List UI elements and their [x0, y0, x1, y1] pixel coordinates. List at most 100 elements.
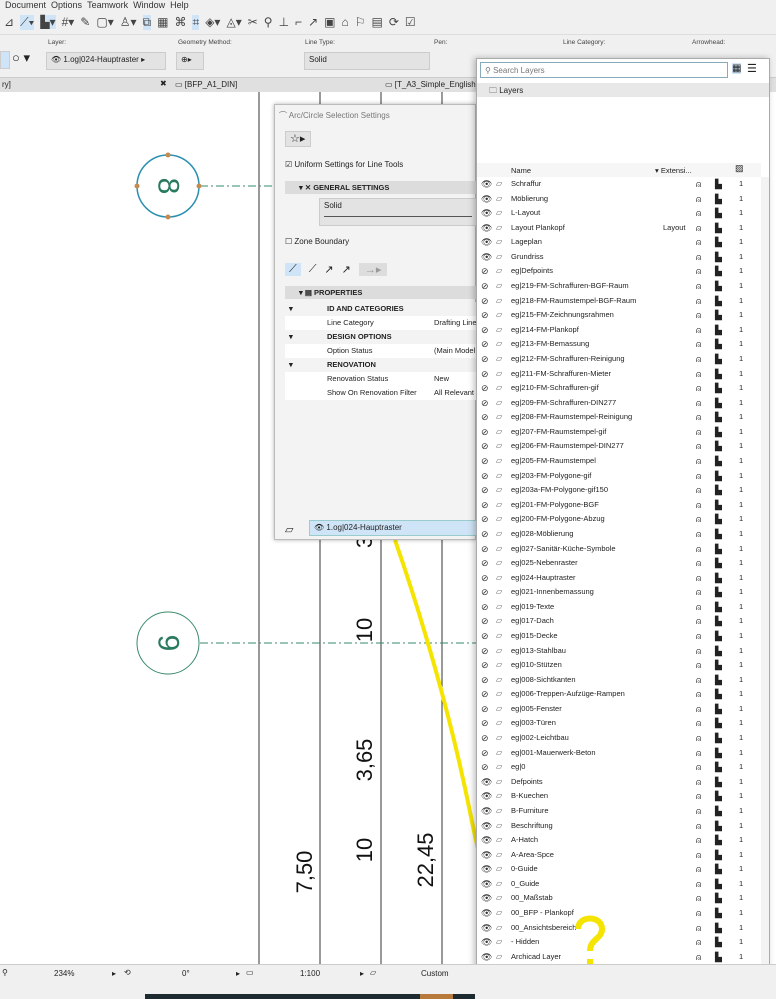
wireframe-icon[interactable]: ▙	[715, 687, 722, 702]
layer-row[interactable]: 👁︎ ▱ Layout Plankopf Layout ⍝ ▙ 1	[477, 221, 761, 236]
layer-combination-icon[interactable]: ▱	[370, 968, 376, 977]
property-row[interactable]: Option Status (Main Model	[285, 344, 477, 358]
layer-row[interactable]: ⊘ ▱ eg|017-Dach ⍝ ▙ 1	[477, 614, 761, 629]
lock-icon[interactable]: ⍝	[696, 425, 701, 440]
eye-hidden-icon[interactable]: ⊘	[481, 527, 491, 542]
folder-view-icon[interactable]: ▦	[732, 63, 742, 74]
lock-icon[interactable]: ⍝	[696, 367, 701, 382]
lock-icon[interactable]: ⍝	[696, 512, 701, 527]
eye-hidden-icon[interactable]: ⊘	[481, 308, 491, 323]
layer-row[interactable]: 👁︎ ▱ Lageplan ⍝ ▙ 1	[477, 235, 761, 250]
layer-row[interactable]: 👁︎ ▱ Möblierung ⍝ ▙ 1	[477, 192, 761, 207]
lock-icon[interactable]: ⍝	[696, 439, 701, 454]
lock-icon[interactable]: ⍝	[696, 804, 701, 819]
menu-item[interactable]: Options	[51, 0, 82, 10]
lock-icon[interactable]: ⍝	[696, 250, 701, 265]
wireframe-icon[interactable]: ▙	[715, 921, 722, 936]
layer-row[interactable]: ⊘ ▱ eg|015-Decke ⍝ ▙ 1	[477, 629, 761, 644]
geometry-toggle[interactable]	[0, 51, 10, 69]
wireframe-icon[interactable]: ▙	[715, 396, 722, 411]
layer-row[interactable]: 👁︎ ▱ Beschriftung ⍝ ▙ 1	[477, 819, 761, 834]
zoom-icon[interactable]: ⚲	[2, 968, 8, 977]
column-name[interactable]: Name	[511, 166, 531, 175]
stretch-icon[interactable]: ⧉	[142, 14, 152, 30]
eye-icon[interactable]: 👁︎	[481, 775, 492, 790]
layer-row[interactable]: ⊘ ▱ eg|027-Sanitär-Küche-Symbole ⍝ ▙ 1	[477, 542, 761, 557]
house-icon[interactable]: ⌂	[341, 15, 348, 29]
wireframe-icon[interactable]: ▙	[715, 410, 722, 425]
geometry-method-button[interactable]: ⊕▸	[176, 52, 204, 70]
wireframe-icon[interactable]: ▙	[715, 337, 722, 352]
marquee-icon[interactable]: ▣	[324, 15, 335, 29]
tab-current[interactable]: ry]	[2, 80, 11, 89]
eye-hidden-icon[interactable]: ⊘	[481, 410, 491, 425]
lock-icon[interactable]: ⍝	[696, 702, 701, 717]
eye-icon[interactable]: 👁︎	[481, 891, 492, 906]
refresh-icon[interactable]: ⟳	[389, 15, 399, 29]
layer-row[interactable]: ⊘ ▱ eg|206-FM-Raumstempel-DIN277 ⍝ ▙ 1	[477, 439, 761, 454]
eye-hidden-icon[interactable]: ⊘	[481, 687, 491, 702]
property-group[interactable]: ▾ RENOVATION	[285, 358, 477, 372]
wireframe-icon[interactable]: ▙	[715, 308, 722, 323]
property-group[interactable]: ▾ ID AND CATEGORIES	[285, 302, 477, 316]
eye-hidden-icon[interactable]: ⊘	[481, 323, 491, 338]
eye-icon[interactable]: 👁︎	[481, 221, 492, 236]
scissors-icon[interactable]: ✂	[248, 15, 258, 29]
layer-row[interactable]: ⊘ ▱ eg|209-FM-Schraffuren-DIN277 ⍝ ▙ 1	[477, 396, 761, 411]
eye-icon[interactable]: 👁︎	[481, 906, 492, 921]
eye-hidden-icon[interactable]: ⊘	[481, 439, 491, 454]
lock-icon[interactable]: ⍝	[696, 819, 701, 834]
wireframe-icon[interactable]: ▙	[715, 644, 722, 659]
linetype-select[interactable]: Solid	[304, 52, 430, 70]
layer-row[interactable]: 👁︎ ▱ 00_Ansichtsbereich ⍝ ▙ 1	[477, 921, 761, 936]
wireframe-icon[interactable]: ▙	[715, 819, 722, 834]
eye-icon[interactable]: 👁︎	[481, 192, 492, 207]
wireframe-icon[interactable]: ▙	[715, 877, 722, 892]
wireframe-icon[interactable]: ▙	[715, 381, 722, 396]
lock-icon[interactable]: ⍝	[696, 716, 701, 731]
wireframe-icon[interactable]: ▙	[715, 192, 722, 207]
wireframe-icon[interactable]: ▙	[715, 673, 722, 688]
polygon-icon[interactable]: ◈▾	[205, 15, 220, 29]
check-icon[interactable]: ☑	[405, 15, 416, 29]
eye-icon[interactable]: 👁︎	[481, 877, 492, 892]
arc-method-3-icon[interactable]: ↗	[324, 263, 333, 276]
wireframe-icon[interactable]: ▙	[715, 483, 722, 498]
eye-hidden-icon[interactable]: ⊘	[481, 644, 491, 659]
pen-icon[interactable]: ✎	[80, 15, 90, 29]
wireframe-icon[interactable]: ▙	[715, 629, 722, 644]
eye-hidden-icon[interactable]: ⊘	[481, 498, 491, 513]
lock-icon[interactable]: ⍝	[696, 264, 701, 279]
wireframe-icon[interactable]: ▙	[715, 498, 722, 513]
linetype-field[interactable]: Solid	[319, 198, 477, 226]
lock-icon[interactable]: ⍝	[696, 498, 701, 513]
close-tab-icon[interactable]: ✖	[160, 79, 167, 88]
wireframe-icon[interactable]: ▙	[715, 425, 722, 440]
rotation-icon[interactable]: ⟲	[124, 968, 131, 977]
eye-icon[interactable]: 👁︎	[481, 206, 492, 221]
eye-hidden-icon[interactable]: ⊘	[481, 469, 491, 484]
uniform-settings-checkbox[interactable]: ☑ Uniform Settings for Line Tools	[285, 160, 403, 169]
lock-icon[interactable]: ⍝	[696, 294, 701, 309]
layer-row[interactable]: ⊘ ▱ eg|002-Leichtbau ⍝ ▙ 1	[477, 731, 761, 746]
layer-row[interactable]: 👁︎ ▱ Defpoints ⍝ ▙ 1	[477, 775, 761, 790]
table-icon[interactable]: ▦	[157, 15, 168, 29]
eye-icon[interactable]: 👁︎	[481, 235, 492, 250]
lock-icon[interactable]: ⍝	[696, 542, 701, 557]
wireframe-icon[interactable]: ▙	[715, 804, 722, 819]
layer-row[interactable]: ⊘ ▱ eg|218-FM-Raumstempel-BGF-Raum ⍝ ▙ 1	[477, 294, 761, 309]
wireframe-icon[interactable]: ▙	[715, 702, 722, 717]
eye-hidden-icon[interactable]: ⊘	[481, 600, 491, 615]
eye-icon[interactable]: 👁︎	[481, 862, 492, 877]
lock-icon[interactable]: ⍝	[696, 396, 701, 411]
layer-row[interactable]: 👁︎ ▱ 0_Guide ⍝ ▙ 1	[477, 877, 761, 892]
lock-icon[interactable]: ⍝	[696, 891, 701, 906]
eye-hidden-icon[interactable]: ⊘	[481, 425, 491, 440]
curve-icon[interactable]: ↗	[308, 15, 318, 29]
wireframe-icon[interactable]: ▙	[715, 250, 722, 265]
zone-boundary-checkbox[interactable]: ☐ Zone Boundary	[285, 237, 349, 246]
lock-icon[interactable]: ⍝	[696, 279, 701, 294]
lock-icon[interactable]: ⍝	[696, 746, 701, 761]
transform-icon[interactable]: ⌗	[192, 14, 200, 30]
eye-hidden-icon[interactable]: ⊘	[481, 337, 491, 352]
